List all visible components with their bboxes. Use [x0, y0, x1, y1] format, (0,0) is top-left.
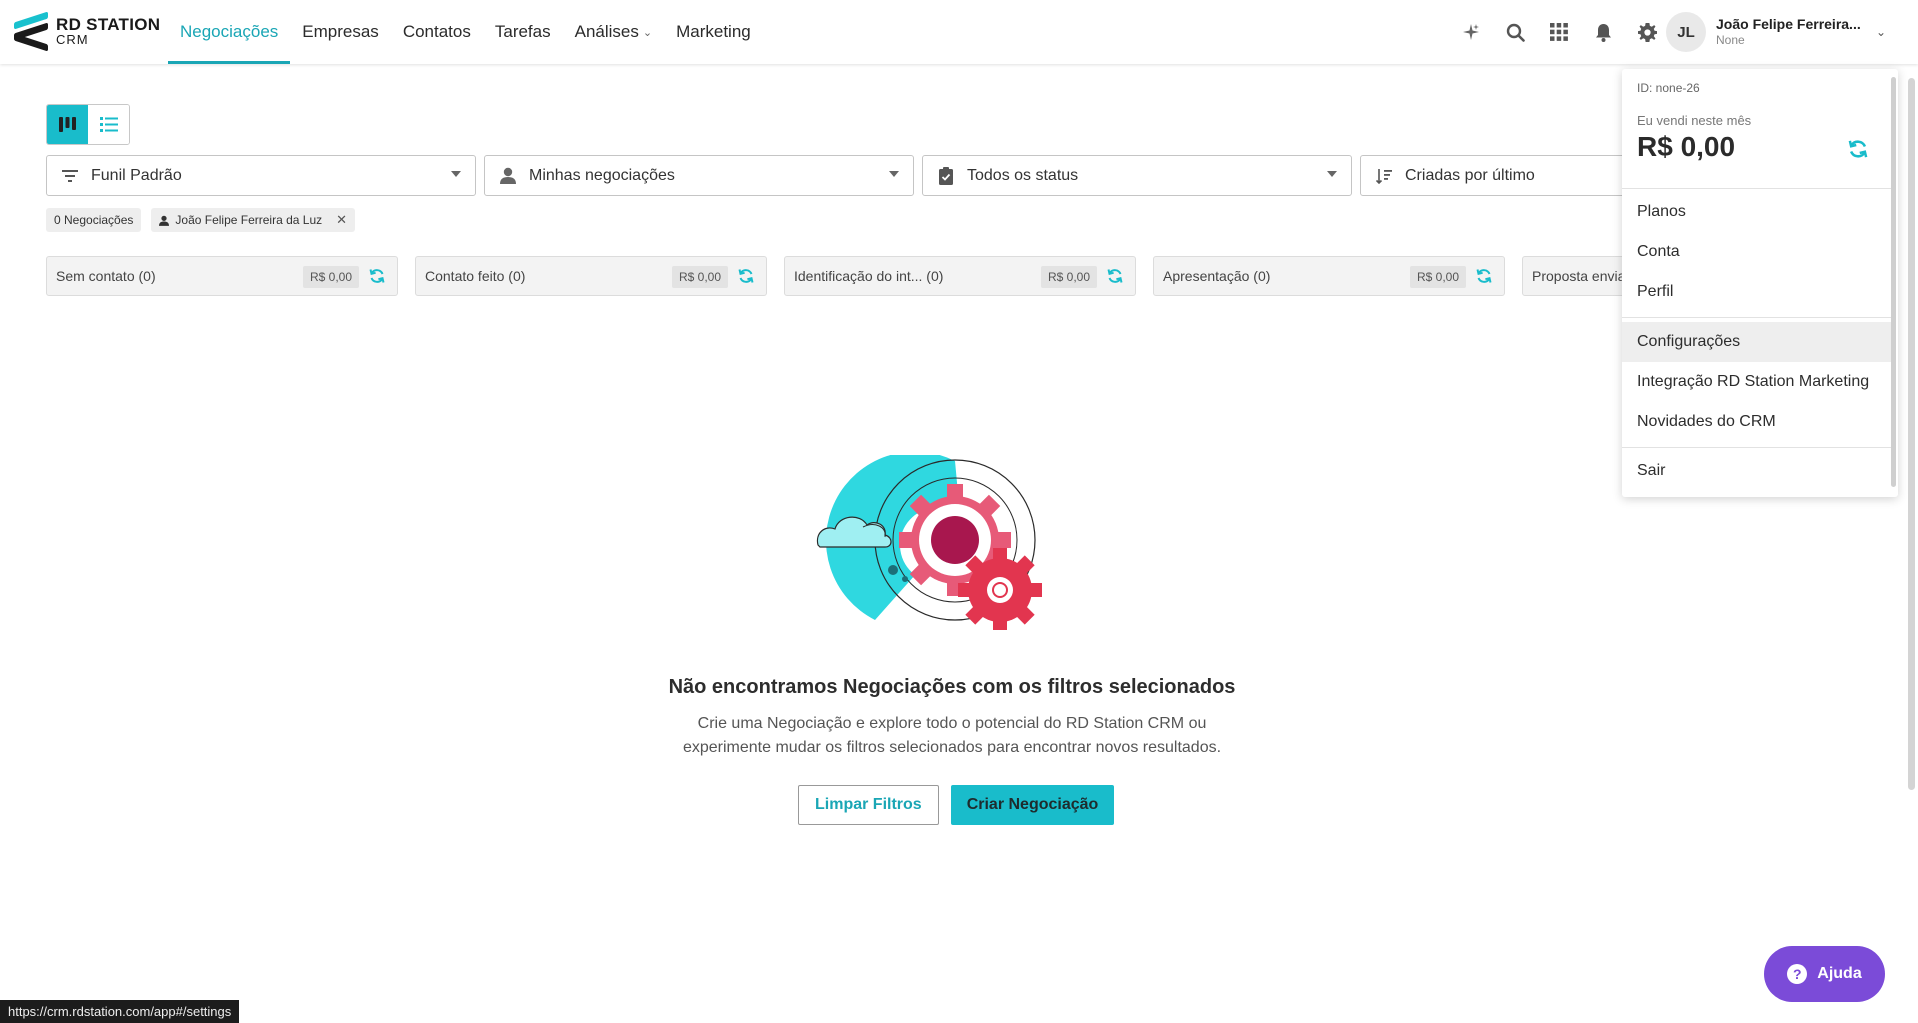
- rd-station-logo[interactable]: RD STATION CRM: [14, 11, 161, 52]
- search-icon[interactable]: [1504, 21, 1526, 43]
- person-filter-label: João Felipe Ferreira da Luz: [175, 213, 323, 227]
- sparkle-icon[interactable]: [1460, 21, 1482, 43]
- view-toggle: [46, 104, 130, 145]
- logo-line2: CRM: [56, 32, 89, 47]
- logo-mark-icon: [14, 11, 48, 52]
- stage-header: Sem contato (0) R$ 0,00: [46, 256, 398, 296]
- menu-item-perfil[interactable]: Perfil: [1622, 272, 1892, 312]
- nav-analises-label: Análises: [574, 22, 639, 41]
- create-deal-button[interactable]: Criar Negociação: [950, 785, 1115, 825]
- menu-item-sair[interactable]: Sair: [1622, 451, 1892, 491]
- filter-lines-icon: [61, 167, 79, 185]
- remove-filter-icon[interactable]: ✕: [336, 212, 347, 228]
- stage-value: R$ 0,00: [1409, 266, 1466, 288]
- help-label: Ajuda: [1817, 965, 1862, 982]
- help-button[interactable]: ? Ajuda: [1764, 946, 1885, 1002]
- dropdown-scrollbar[interactable]: [1891, 77, 1896, 487]
- owner-select-value: Minhas negociações: [529, 166, 675, 184]
- sales-amount: R$ 0,00: [1637, 131, 1736, 162]
- stage-header: Identificação do int... (0) R$ 0,00: [784, 256, 1136, 296]
- main-nav: Negociações Empresas Contatos Tarefas An…: [168, 0, 763, 64]
- person-filter-chip: João Felipe Ferreira da Luz ✕: [151, 208, 356, 232]
- menu-item-integracao[interactable]: Integração RD Station Marketing: [1622, 362, 1892, 402]
- divider: [1622, 317, 1892, 318]
- top-navbar: RD STATION CRM Negociações Empresas Cont…: [0, 0, 1918, 64]
- funnel-select-value: Funil Padrão: [91, 166, 182, 184]
- chevron-down-icon: ⌄: [1876, 25, 1887, 39]
- sort-select-value: Criadas por último: [1405, 166, 1535, 184]
- stage-name: Proposta envia: [1532, 268, 1626, 284]
- logo-line1: RD STATION: [56, 15, 161, 34]
- stage-name: Contato feito (0): [425, 268, 526, 284]
- nav-empresas[interactable]: Empresas: [290, 0, 391, 64]
- refresh-icon[interactable]: [1107, 268, 1123, 287]
- divider: [1622, 447, 1892, 448]
- gear-icon[interactable]: [1636, 21, 1658, 43]
- account-id: ID: none-26: [1637, 81, 1700, 95]
- menu-item-conta[interactable]: Conta: [1622, 232, 1892, 272]
- nav-contatos[interactable]: Contatos: [391, 0, 483, 64]
- avatar: JL: [1666, 12, 1706, 52]
- caret-down-icon: [889, 171, 899, 177]
- empty-state-illustration: [816, 455, 1042, 630]
- empty-state-description: Crie uma Negociação e explore todo o pot…: [682, 715, 1222, 756]
- filters-bar: Funil Padrão Minhas negociações Todos os…: [46, 155, 1790, 196]
- stage-value: R$ 0,00: [302, 266, 359, 288]
- menu-item-novidades[interactable]: Novidades do CRM: [1622, 402, 1892, 442]
- menu-item-configuracoes[interactable]: Configurações: [1622, 322, 1892, 362]
- user-name: João Felipe Ferreira...: [1716, 16, 1861, 33]
- page-scrollbar[interactable]: [1908, 0, 1916, 790]
- user-subtitle: None: [1716, 33, 1745, 48]
- nav-tarefas[interactable]: Tarefas: [483, 0, 563, 64]
- bell-icon[interactable]: [1592, 21, 1614, 43]
- nav-marketing[interactable]: Marketing: [664, 0, 763, 64]
- sales-label: Eu vendi neste mês: [1637, 113, 1752, 128]
- top-icons: [1460, 0, 1658, 64]
- kanban-icon: [59, 117, 76, 132]
- status-select-value: Todos os status: [967, 166, 1079, 184]
- refresh-icon[interactable]: [738, 268, 754, 287]
- page-scrollbar-thumb[interactable]: [1908, 78, 1915, 790]
- sort-icon: [1375, 167, 1393, 185]
- refresh-icon[interactable]: [1848, 139, 1868, 164]
- refresh-icon[interactable]: [1476, 268, 1492, 287]
- stage-name: Sem contato (0): [56, 268, 156, 284]
- apps-grid-icon[interactable]: [1548, 21, 1570, 43]
- clear-filters-button[interactable]: Limpar Filtros: [798, 785, 939, 825]
- empty-state-actions: Limpar Filtros Criar Negociação: [798, 785, 1115, 825]
- stage-value: R$ 0,00: [671, 266, 728, 288]
- caret-down-icon: [451, 171, 461, 177]
- nav-negociacoes[interactable]: Negociações: [168, 0, 291, 64]
- nav-analises[interactable]: Análises ⌄: [563, 0, 664, 64]
- user-menu-toggle[interactable]: JL João Felipe Ferreira... None ⌄: [1666, 10, 1894, 54]
- status-select[interactable]: Todos os status: [922, 155, 1352, 196]
- list-icon: [99, 117, 118, 132]
- user-dropdown-menu: ID: none-26 Eu vendi neste mês R$ 0,00 P…: [1622, 69, 1898, 497]
- person-icon: [159, 215, 170, 226]
- deal-count-chip: 0 Negociações: [46, 208, 142, 232]
- person-icon: [499, 167, 517, 185]
- stage-name: Apresentação (0): [1163, 268, 1271, 284]
- funnel-select[interactable]: Funil Padrão: [46, 155, 476, 196]
- clipboard-check-icon: [937, 166, 955, 185]
- stage-header: Apresentação (0) R$ 0,00: [1153, 256, 1505, 296]
- list-view-button[interactable]: [88, 105, 129, 144]
- owner-select[interactable]: Minhas negociações: [484, 155, 914, 196]
- chevron-down-icon: ⌄: [642, 26, 653, 39]
- stage-name: Identificação do int... (0): [794, 268, 944, 284]
- kanban-view-button[interactable]: [47, 105, 88, 144]
- pipeline-stages: Sem contato (0) R$ 0,00 Contato feito (0…: [46, 256, 1642, 296]
- question-icon: ?: [1787, 964, 1808, 984]
- stage-header: Contato feito (0) R$ 0,00: [415, 256, 767, 296]
- stage-value: R$ 0,00: [1040, 266, 1097, 288]
- caret-down-icon: [1327, 171, 1337, 177]
- app-root: RD STATION CRM Negociações Empresas Cont…: [0, 0, 1918, 1023]
- empty-state-title: Não encontramos Negociações com os filtr…: [668, 676, 1236, 698]
- refresh-icon[interactable]: [369, 268, 385, 287]
- menu-item-planos[interactable]: Planos: [1622, 192, 1892, 232]
- active-filter-chips: 0 Negociações João Felipe Ferreira da Lu…: [46, 208, 356, 232]
- divider: [1622, 188, 1892, 189]
- status-bar-url: https://crm.rdstation.com/app#/settings: [0, 1000, 240, 1023]
